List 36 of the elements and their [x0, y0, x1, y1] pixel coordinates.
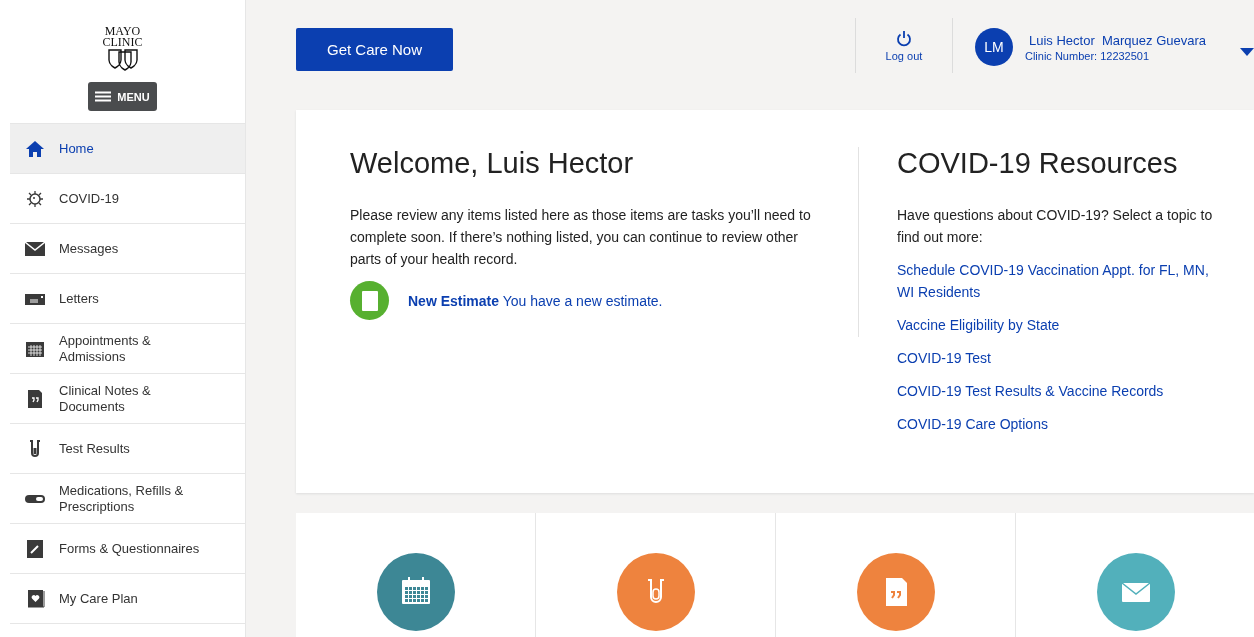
power-icon — [895, 29, 912, 47]
sidebar-item[interactable]: Clinical Notes & Documents — [10, 374, 245, 424]
get-care-now-button[interactable]: Get Care Now — [296, 28, 453, 71]
sidebar-item[interactable]: Messages — [10, 224, 245, 274]
sidebar-item[interactable]: Medications, Refills & Prescriptions — [10, 474, 245, 524]
sidebar-item[interactable]: COVID-19 — [10, 174, 245, 224]
home-icon — [24, 139, 45, 158]
resource-link[interactable]: COVID-19 Care Options — [897, 413, 1217, 435]
pencil-icon — [24, 539, 45, 558]
caret-icon[interactable] — [1240, 47, 1254, 57]
resource-link[interactable]: COVID-19 Test — [897, 347, 1217, 369]
sidebar-item[interactable]: Forms & Questionnaires — [10, 524, 245, 574]
estimate-notice[interactable]: New Estimate You have a new estimate. — [408, 292, 663, 309]
menu-icon — [95, 91, 112, 102]
calendar-icon — [24, 339, 45, 358]
log-out-button[interactable]: Log out — [855, 13, 952, 73]
menu-button[interactable]: MENU — [88, 82, 157, 111]
resource-link[interactable]: Schedule COVID-19 Vaccination Appt. for FL, MN, WI Residents — [897, 259, 1217, 303]
envelope-icon — [24, 239, 45, 258]
sidebar-item[interactable]: My Care Plan — [10, 574, 245, 624]
sidebar-item[interactable]: Letters — [10, 274, 245, 324]
virus-icon — [24, 189, 45, 208]
user-avatar[interactable]: LM — [974, 28, 1013, 66]
clinic-number: Clinic Number: 12232501 — [1024, 49, 1151, 62]
sidebar-item[interactable]: Home — [10, 124, 245, 174]
resource-link[interactable]: COVID-19 Test Results & Vaccine Records — [897, 380, 1217, 402]
welcome-title: Welcome, Luis Hector — [350, 147, 635, 180]
sidebar-item[interactable]: Appointments & Admissions — [10, 324, 245, 374]
user-name: Luis Hector Marquez Guevara — [1027, 32, 1206, 48]
mayo-clinic-logo[interactable]: MAYO CLINIC — [102, 26, 143, 72]
welcome-text: Please review any items listed here as those items are tasks you’ll need to complete soon. If there’s nothing listed, you can continue to review other parts of your health record. — [350, 206, 812, 269]
covid-resources-title: COVID-19 Resources — [897, 147, 1179, 180]
resource-link[interactable]: Vaccine Eligibility by State — [897, 314, 1217, 336]
covid-resources-text: Have questions about COVID-19? Select a topic to find out more: — [897, 206, 1214, 247]
estimate-icon — [350, 281, 389, 320]
sidebar-item[interactable]: Test Results — [10, 424, 245, 474]
